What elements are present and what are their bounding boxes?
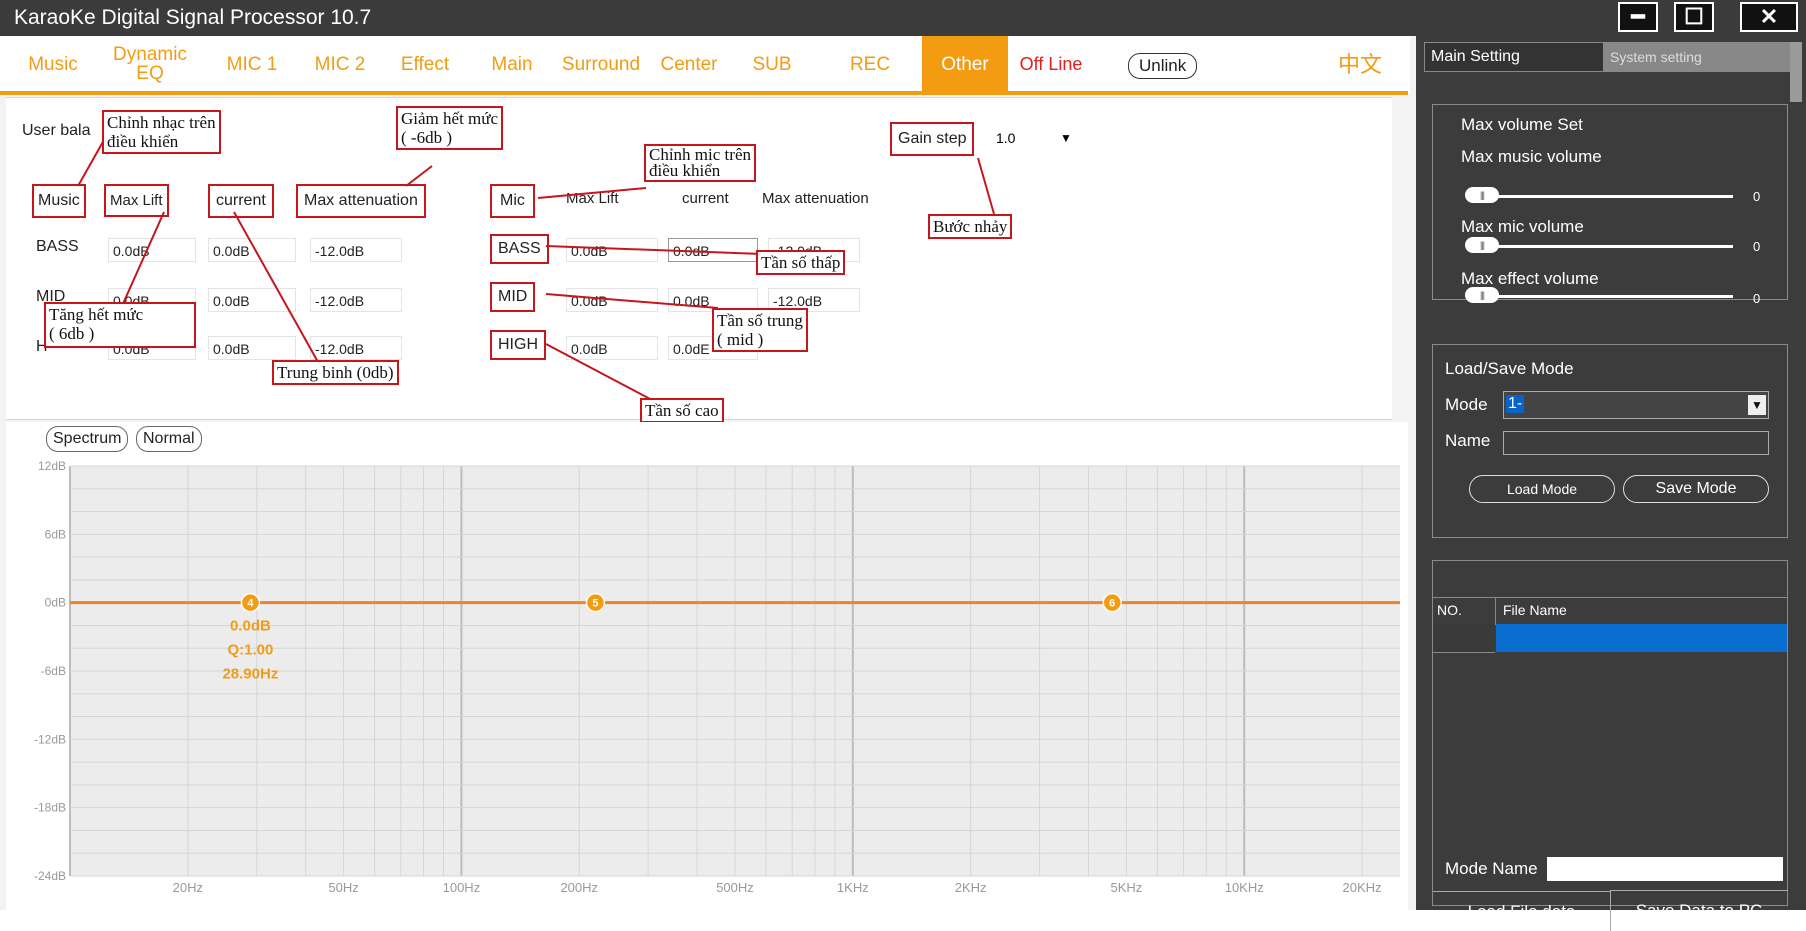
eq-point-label: 6 bbox=[1109, 598, 1115, 610]
slider-knob[interactable]: ||| bbox=[1465, 237, 1499, 253]
music-control-note: Chỉnh nhạc trên điều khiển bbox=[102, 110, 221, 154]
max-effect-volume-value: 0 bbox=[1753, 291, 1761, 306]
step-note: Bước nhảy bbox=[928, 214, 1013, 239]
x-tick-label: 10KHz bbox=[1225, 880, 1264, 895]
max-music-volume-slider[interactable] bbox=[1477, 195, 1733, 198]
y-tick-label: -6dB bbox=[41, 664, 66, 678]
y-tick-label: 0dB bbox=[45, 596, 66, 610]
language-button[interactable]: 中文 bbox=[1330, 36, 1390, 92]
tab-center[interactable]: Center bbox=[654, 36, 724, 92]
tab-main-setting-label: Main Setting bbox=[1431, 48, 1520, 65]
tab-effect[interactable]: Effect bbox=[390, 36, 460, 92]
bass-note: Tần số thấp bbox=[756, 250, 846, 275]
x-tick-label: 500Hz bbox=[716, 880, 754, 895]
file-section: NO. File Name Mode Name Load File data bbox=[1432, 560, 1788, 931]
tab-main-setting[interactable]: Main Setting bbox=[1424, 42, 1604, 72]
col-file-name-header: File Name bbox=[1503, 602, 1567, 618]
mode-name-label: Mode Name bbox=[1445, 859, 1538, 878]
unlink-button[interactable]: Unlink bbox=[1128, 53, 1198, 79]
y-tick-label: 12dB bbox=[38, 459, 66, 473]
settings-panel: Main Setting System setting Max volume S… bbox=[1416, 36, 1806, 931]
mode-name-input[interactable] bbox=[1547, 857, 1783, 881]
name-label: Name bbox=[1445, 431, 1491, 450]
title-bar: KaraoKe Digital Signal Processor 10.7 ━ … bbox=[0, 0, 1806, 36]
tab-mic2[interactable]: MIC 2 bbox=[300, 36, 380, 92]
mode-value: 1- bbox=[1506, 395, 1525, 413]
slider-knob[interactable]: ||| bbox=[1465, 287, 1499, 303]
eq-chart-area: Spectrum Normal 12dB 6dB 0dB -6dB -12dB -18dB… bbox=[6, 422, 1408, 910]
eq-point-freq: 28.90Hz bbox=[222, 666, 278, 683]
max-volume-title: Max volume Set bbox=[1461, 115, 1583, 134]
x-tick-label: 100Hz bbox=[443, 880, 481, 895]
x-tick-label: 20Hz bbox=[173, 880, 203, 895]
file-table-header: NO. File Name bbox=[1433, 597, 1787, 625]
max-mic-volume-value: 0 bbox=[1753, 239, 1761, 254]
max-attenuation-note: Giảm hết mức ( -6db ) bbox=[396, 106, 504, 150]
y-tick-label: -24dB bbox=[34, 869, 66, 883]
tab-system-setting-label: System setting bbox=[1610, 49, 1702, 65]
tab-system-setting[interactable]: System setting bbox=[1604, 42, 1794, 72]
table-row-no[interactable] bbox=[1433, 624, 1495, 653]
save-data-to-pc-button[interactable]: Save Data to PC bbox=[1610, 890, 1788, 930]
table-row-selected[interactable] bbox=[1496, 624, 1787, 652]
maximize-button[interactable]: ☐ bbox=[1674, 2, 1714, 32]
tab-music[interactable]: Music bbox=[14, 36, 92, 92]
x-tick-label: 50Hz bbox=[328, 880, 358, 895]
y-tick-label: 6dB bbox=[45, 527, 66, 541]
load-save-section: Load/Save Mode Mode 1- ▼ Name Load Mode … bbox=[1432, 344, 1788, 538]
max-volume-section: Max volume Set Max music volume ||| 0 Ma… bbox=[1432, 104, 1788, 306]
tab-mic1[interactable]: MIC 1 bbox=[212, 36, 292, 92]
window-title: KaraoKe Digital Signal Processor 10.7 bbox=[14, 6, 372, 29]
tab-bar: Music Dynamic EQ MIC 1 MIC 2 Effect Main… bbox=[0, 36, 1410, 94]
user-balance-panel: User bala Music Max Lift current Max att… bbox=[6, 97, 1392, 423]
max-effect-volume-slider[interactable] bbox=[1477, 295, 1733, 298]
mode-label: Mode bbox=[1445, 395, 1488, 414]
max-effect-volume-label: Max effect volume bbox=[1461, 269, 1599, 288]
tab-main[interactable]: Main bbox=[482, 36, 542, 92]
y-tick-label: -18dB bbox=[34, 801, 66, 815]
max-music-volume-label: Max music volume bbox=[1461, 147, 1602, 166]
mode-select[interactable]: 1- ▼ bbox=[1503, 391, 1769, 419]
eq-point-gain: 0.0dB bbox=[230, 618, 271, 635]
eq-point-label: 5 bbox=[592, 598, 598, 610]
max-mic-volume-slider[interactable] bbox=[1477, 245, 1733, 248]
current-note: Trung binh (0db) bbox=[272, 360, 399, 385]
col-no-header: NO. bbox=[1437, 602, 1462, 618]
load-file-data-button[interactable]: Load File data bbox=[1433, 891, 1611, 931]
x-tick-label: 200Hz bbox=[560, 880, 598, 895]
eq-chart[interactable]: 12dB 6dB 0dB -6dB -12dB -18dB -24dB 20Hz 50Hz 100… bbox=[6, 422, 1408, 910]
eq-point-q: Q:1.00 bbox=[227, 642, 273, 659]
y-tick-label: -12dB bbox=[34, 732, 66, 746]
load-save-title: Load/Save Mode bbox=[1445, 359, 1574, 378]
tab-sub[interactable]: SUB bbox=[742, 36, 802, 92]
mid-note: Tần số trung ( mid ) bbox=[712, 308, 808, 352]
tab-dynamic-eq[interactable]: Dynamic EQ bbox=[104, 36, 196, 92]
x-tick-label: 5KHz bbox=[1111, 880, 1143, 895]
tab-surround[interactable]: Surround bbox=[556, 36, 646, 92]
eq-point-label: 4 bbox=[247, 598, 254, 610]
chevron-down-icon[interactable]: ▼ bbox=[1748, 395, 1766, 415]
load-mode-button[interactable]: Load Mode bbox=[1469, 475, 1615, 503]
close-button[interactable]: ✕ bbox=[1740, 2, 1798, 32]
high-note: Tần số cao bbox=[640, 398, 724, 423]
tab-underline bbox=[0, 91, 1408, 95]
tab-rec[interactable]: REC bbox=[840, 36, 900, 92]
mic-control-note: Chỉnh mic trên điều khiển bbox=[644, 144, 756, 182]
save-mode-button[interactable]: Save Mode bbox=[1623, 475, 1769, 503]
minimize-button[interactable]: ━ bbox=[1618, 2, 1658, 32]
x-tick-label: 1KHz bbox=[837, 880, 869, 895]
tab-other[interactable]: Other bbox=[922, 36, 1008, 92]
slider-knob[interactable]: ||| bbox=[1465, 187, 1499, 203]
max-music-volume-value: 0 bbox=[1753, 189, 1761, 204]
max-mic-volume-label: Max mic volume bbox=[1461, 217, 1584, 236]
scrollbar[interactable] bbox=[1790, 42, 1802, 102]
main-area: Music Dynamic EQ MIC 1 MIC 2 Effect Main… bbox=[0, 36, 1416, 910]
max-lift-note: Tăng hết mức ( 6db ) bbox=[44, 302, 196, 348]
x-tick-label: 20KHz bbox=[1343, 880, 1382, 895]
x-tick-label: 2KHz bbox=[955, 880, 987, 895]
offline-status: Off Line bbox=[1019, 53, 1083, 74]
column-divider bbox=[1495, 598, 1496, 624]
name-input[interactable] bbox=[1503, 431, 1769, 455]
